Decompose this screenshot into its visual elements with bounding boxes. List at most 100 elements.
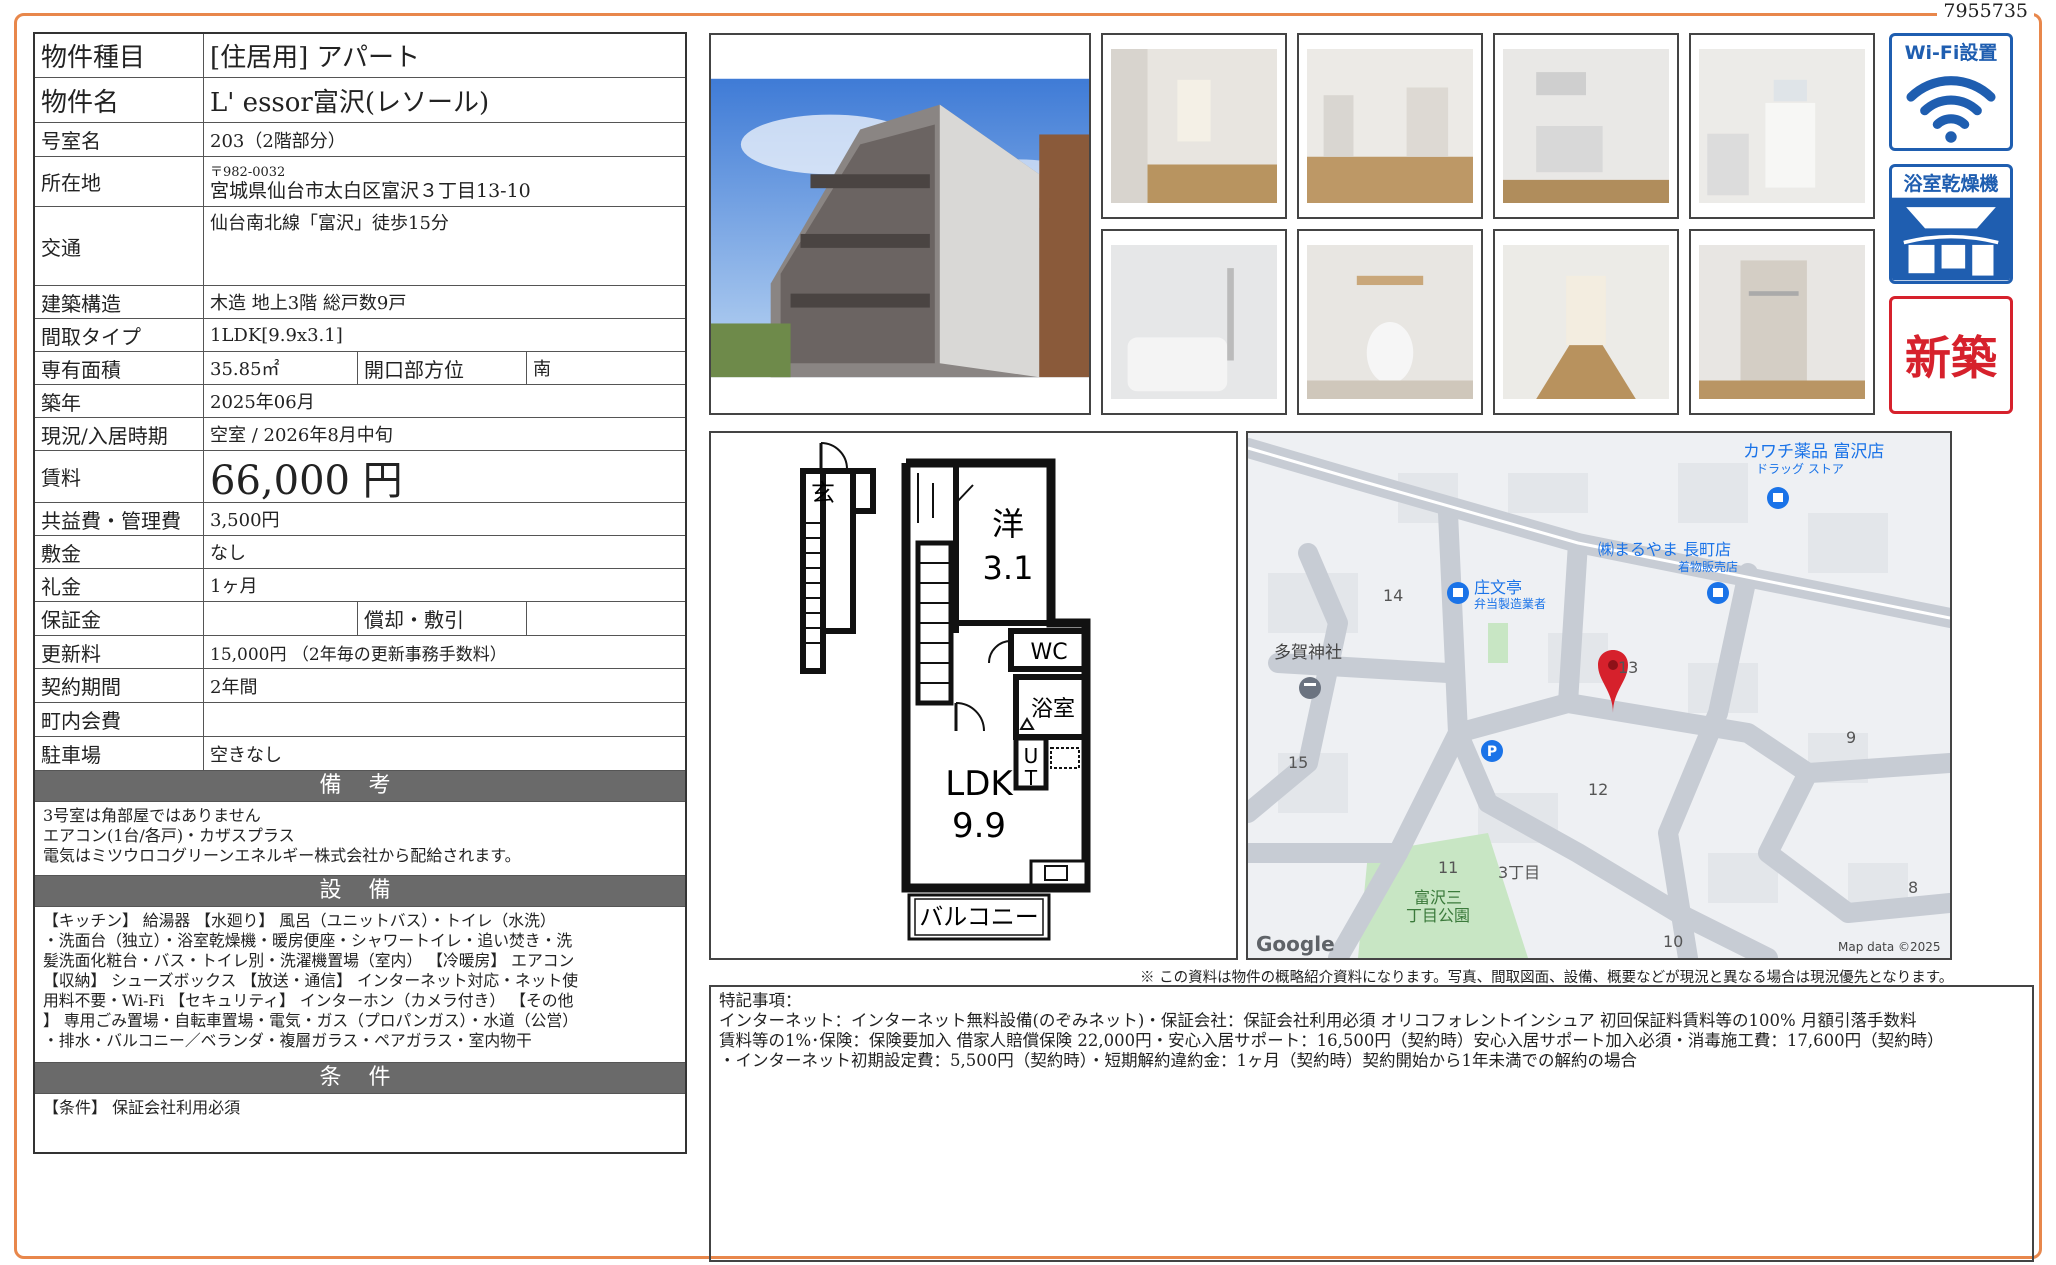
map-restaurant-icon <box>1447 582 1469 604</box>
row-room: 号室名 203（2階部分） <box>35 123 685 157</box>
value-amortization <box>527 602 685 635</box>
value-direction: 南 <box>533 359 551 380</box>
row-contract: 契約期間 2年間 <box>35 669 685 703</box>
value-deposit: なし <box>210 543 246 564</box>
equipment-line: 】 専用ごみ置場・自転車置場・電気・ガス（プロパンガス）・水道（公営） <box>43 1011 579 1030</box>
interior-photo-ldk <box>1297 33 1483 219</box>
plan-balcony-label: バルコニー <box>919 903 1039 931</box>
new-badge-label: 新築 <box>1905 331 1997 385</box>
label-layout: 間取タイプ <box>35 319 204 351</box>
exterior-photo <box>709 33 1091 415</box>
equipment-line: 用料不要・Wi-Fi 【セキュリティ】 インターホン（カメラ付き） 【その他 <box>43 991 574 1010</box>
row-fee: 共益費・管理費 3,500円 <box>35 503 685 536</box>
label-room: 号室名 <box>35 123 204 156</box>
remarks-line: 電気はミツウロコグリーンエネルギー株式会社から配給されます。 <box>43 846 521 865</box>
label-area: 専有面積 <box>35 352 204 384</box>
value-built: 2025年06月 <box>210 392 315 413</box>
row-status: 現況/入居時期 空室 / 2026年8月中旬 <box>35 418 685 451</box>
value-renewal: 15,000円 （2年毎の更新事務手数料） <box>210 644 507 665</box>
map-label-11: 11 <box>1438 858 1458 877</box>
interior-photo-kitchen <box>1493 33 1679 219</box>
map-label-12: 12 <box>1588 780 1608 799</box>
map-google-logo: Google <box>1256 932 1335 956</box>
map-label-maruyama: ㈱まるやま 長町店 <box>1598 540 1731 559</box>
value-address: 宮城県仙台市太白区富沢３丁目13-10 <box>210 179 531 202</box>
value-status: 空室 / 2026年8月中旬 <box>210 425 393 446</box>
map-label-kawachi: カワチ薬品 富沢店 <box>1743 442 1884 462</box>
interior-photo-bathroom <box>1101 229 1287 415</box>
row-structure: 建築構造 木造 地上3階 総戸数9戸 <box>35 286 685 319</box>
postal-code: 〒982-0032 <box>210 164 286 180</box>
map-label-park-2: 丁目公園 <box>1406 906 1470 925</box>
value-layout: 1LDK[9.9x3.1] <box>210 324 343 346</box>
new-construction-badge: 新築 <box>1889 296 2013 414</box>
value-guarantee <box>204 602 358 635</box>
conditions-heading: 条 件 <box>35 1063 685 1094</box>
value-type: [住居用] アパート <box>210 43 421 73</box>
plan-ldk-size: 9.9 <box>952 806 1006 846</box>
row-type: 物件種目 [住居用] アパート <box>35 34 685 78</box>
plan-wc-label: WC <box>1030 640 1067 665</box>
map-label-10: 10 <box>1663 932 1683 951</box>
disclaimer: ※ この資料は物件の概略紹介資料になります。写真、間取図面、設備、概要などが現況… <box>1140 970 1954 986</box>
plan-ut-label-u: U <box>1024 744 1039 768</box>
interior-photo-closet <box>1689 229 1875 415</box>
row-parking: 駐車場 空きなし <box>35 737 685 771</box>
label-amortization: 償却・敷引 <box>358 602 527 635</box>
bathroom-dryer-badge: 浴室乾燥機 <box>1889 164 2013 284</box>
label-name: 物件名 <box>35 78 204 122</box>
label-parking: 駐車場 <box>35 737 204 770</box>
label-address: 所在地 <box>35 157 204 206</box>
equipment-line: 【キッチン】 給湯器 【水廻り】 風呂（ユニットバス）・トイレ（水洗） <box>43 911 556 930</box>
label-guarantee: 保証金 <box>35 602 204 635</box>
row-name: 物件名 L' essor富沢(レソール) <box>35 78 685 123</box>
remarks-line: 3号室は角部屋ではありません <box>43 806 261 825</box>
map-attribution: Map data ©2025 <box>1838 940 1941 954</box>
value-fee: 3,500円 <box>210 510 280 531</box>
equipment-line: ・洗面台（独立）・浴室乾燥機・暖房便座・シャワートイレ・追い焚き・洗 <box>43 931 573 950</box>
dryer-badge-label: 浴室乾燥機 <box>1903 173 1999 195</box>
map-label-park-1: 富沢三 <box>1414 888 1462 907</box>
map-label-14: 14 <box>1383 586 1403 605</box>
wifi-badge-label: Wi-Fi設置 <box>1904 42 1998 64</box>
value-structure: 木造 地上3階 総戸数9戸 <box>210 293 407 314</box>
value-rent: 66,000 円 <box>210 457 403 504</box>
row-built: 築年 2025年06月 <box>35 385 685 418</box>
map-store-icon <box>1767 487 1789 509</box>
map-shrine-icon <box>1299 677 1321 699</box>
location-map: P カワチ薬品 富沢店 ドラッグ ストア ㈱まるやま 長町店 着物販売店 庄文亭… <box>1246 431 1952 960</box>
conditions-text: 【条件】 保証会社利用必須 <box>43 1098 241 1117</box>
special-notes-line: 賃料等の1%･保険：保険要加入 借家人賠償保険 22,000円・安心入居サポート… <box>719 1031 1944 1050</box>
row-deposit: 敷金 なし <box>35 536 685 569</box>
plan-bath-label: 浴室 <box>1031 697 1075 722</box>
plan-ut-label-t: T <box>1024 766 1038 790</box>
remarks-line: エアコン(1台/各戸)・カザスプラス <box>43 826 295 845</box>
label-rent: 賃料 <box>35 451 204 502</box>
property-table: 物件種目 [住居用] アパート 物件名 L' essor富沢(レソール) 号室名… <box>33 32 687 1154</box>
wifi-badge: Wi-Fi設置 <box>1889 33 2013 151</box>
label-contract: 契約期間 <box>35 669 204 702</box>
value-name: L' essor富沢(レソール) <box>210 87 490 118</box>
label-key-money: 礼金 <box>35 569 204 601</box>
document-id: 7955735 <box>1937 0 2034 22</box>
row-rent: 賃料 66,000 円 <box>35 451 685 504</box>
interior-photo-toilet <box>1297 229 1483 415</box>
interior-photo-hallway <box>1493 229 1679 415</box>
plan-entrance-label: 玄 <box>811 479 835 507</box>
label-renewal: 更新料 <box>35 636 204 668</box>
label-direction: 開口部方位 <box>358 352 527 384</box>
value-access: 仙台南北線「富沢」徒歩15分 <box>210 213 449 234</box>
map-label-9: 9 <box>1846 728 1856 747</box>
wifi-icon <box>1906 76 1996 143</box>
map-label-15: 15 <box>1288 753 1308 772</box>
equipment-line: 【収納】 シューズボックス 【放送・通信】 インターネット対応・ネット使 <box>43 971 579 990</box>
map-parking-icon: P <box>1481 740 1503 762</box>
label-fee: 共益費・管理費 <box>35 503 204 535</box>
row-layout: 間取タイプ 1LDK[9.9x3.1] <box>35 319 685 352</box>
map-shop-icon <box>1707 582 1729 604</box>
interior-photo-western-room <box>1101 33 1287 219</box>
special-notes-title: 特記事項： <box>719 991 802 1010</box>
dryer-icon <box>1892 197 2010 281</box>
row-access: 交通 仙台南北線「富沢」徒歩15分 <box>35 207 685 286</box>
remarks-text: 3号室は角部屋ではありません エアコン(1台/各戸)・カザスプラス 電気はミツウ… <box>35 802 685 876</box>
